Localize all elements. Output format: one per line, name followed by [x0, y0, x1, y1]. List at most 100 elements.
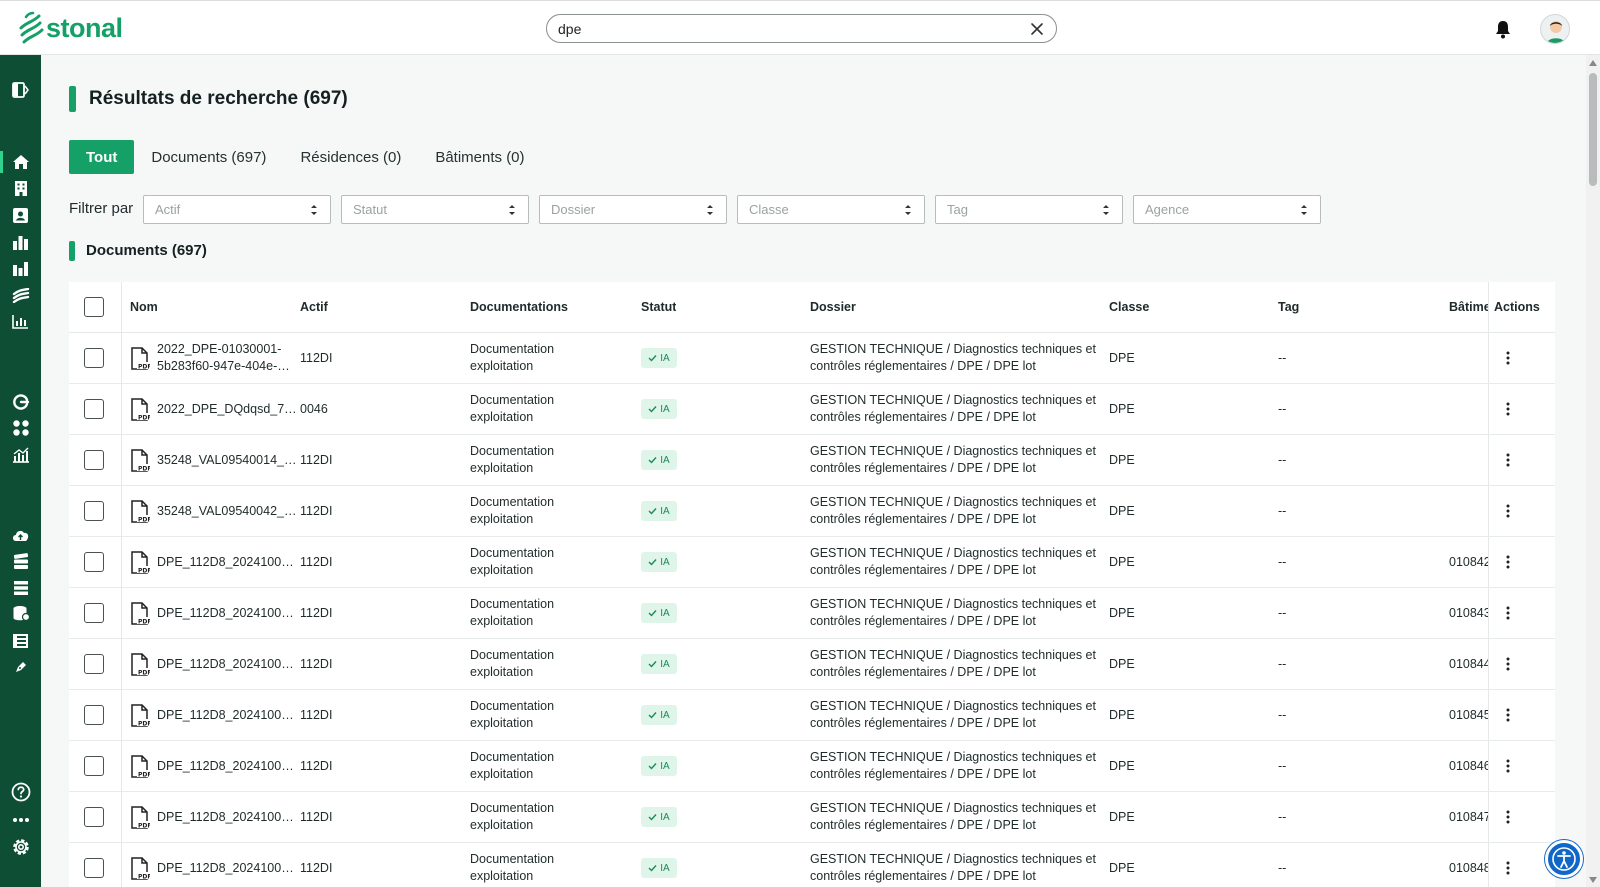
more-vertical-icon[interactable]	[1503, 503, 1513, 519]
more-vertical-icon[interactable]	[1503, 401, 1513, 417]
home-icon[interactable]	[10, 151, 31, 172]
scroll-thumb[interactable]	[1589, 73, 1597, 186]
header-tag[interactable]: Tag	[1278, 300, 1299, 314]
filter-agence-select[interactable]: Agence	[1133, 195, 1321, 224]
document-name[interactable]: DPE_112D8_20241002_…	[157, 656, 299, 673]
search-bar[interactable]	[546, 14, 1057, 43]
header-classe[interactable]: Classe	[1109, 300, 1149, 314]
document-name[interactable]: 2022_DPE_DQdqsd_7…	[157, 401, 299, 418]
row-checkbox[interactable]	[84, 654, 104, 674]
accessibility-button[interactable]	[1545, 840, 1583, 878]
row-checkbox[interactable]	[84, 858, 104, 878]
row-checkbox[interactable]	[84, 399, 104, 419]
row-checkbox[interactable]	[84, 450, 104, 470]
actif-value: 112DI	[300, 810, 333, 824]
scroll-down-arrow-icon[interactable]	[1589, 877, 1597, 883]
document-name[interactable]: DPE_112D8_20241002_…	[157, 758, 299, 775]
apps-icon[interactable]	[10, 417, 31, 438]
more-vertical-icon[interactable]	[1503, 656, 1513, 672]
header-nom[interactable]: Nom	[130, 300, 158, 314]
more-vertical-icon[interactable]	[1503, 605, 1513, 621]
settings-icon[interactable]	[10, 836, 31, 857]
row-checkbox[interactable]	[84, 756, 104, 776]
filter-dossier-select[interactable]: Dossier	[539, 195, 727, 224]
table-row[interactable]: PDF DPE_112D8_20241002_… 112DI Documentatio…	[69, 537, 1555, 588]
stack-icon[interactable]	[10, 551, 31, 572]
dossier-line: contrôles réglementaires / DPE / DPE lot	[810, 512, 1036, 526]
row-checkbox[interactable]	[84, 705, 104, 725]
table-row[interactable]: PDF DPE_112D8_20241002_… 112DI Documentatio…	[69, 792, 1555, 843]
header-actif[interactable]: Actif	[300, 300, 328, 314]
cloud-upload-icon[interactable]	[10, 524, 31, 545]
report-icon[interactable]	[10, 311, 31, 332]
table-row[interactable]: PDF 35248_VAL09540042_… 112DI Documentation…	[69, 486, 1555, 537]
row-checkbox[interactable]	[84, 603, 104, 623]
actif-value: 0046	[300, 402, 328, 416]
document-name[interactable]: DPE_112D8_20241002_…	[157, 707, 299, 724]
document-name[interactable]: 2022_DPE-01030001- 5b283f60-947e-404e-…	[157, 341, 299, 375]
table-row[interactable]: PDF DPE_112D8_20241002_… 112DI Documentatio…	[69, 843, 1555, 887]
document-name[interactable]: DPE_112D8_20241002_…	[157, 860, 299, 877]
more-vertical-icon[interactable]	[1503, 809, 1513, 825]
help-icon[interactable]	[10, 781, 31, 802]
actif-value: 112DI	[300, 657, 333, 671]
tab-tout[interactable]: Tout	[69, 140, 135, 174]
table-row[interactable]: PDF 35248_VAL09540014_… 112DI Documentation…	[69, 435, 1555, 486]
contacts-icon[interactable]	[10, 205, 31, 226]
header-batiment[interactable]: Bâtiment	[1449, 300, 1488, 314]
layers-icon[interactable]	[10, 285, 31, 306]
more-vertical-icon[interactable]	[1503, 452, 1513, 468]
more-icon[interactable]	[10, 809, 31, 830]
dossier-line: contrôles réglementaires / DPE / DPE lot	[810, 410, 1036, 424]
filter-tag-select[interactable]: Tag	[935, 195, 1123, 224]
table-row[interactable]: PDF DPE_112D8_20241002_… 112DI Documentatio…	[69, 588, 1555, 639]
header-documentations[interactable]: Documentations	[470, 300, 568, 314]
tab-batiments[interactable]: Bâtiments (0)	[418, 140, 541, 174]
pen-icon[interactable]	[10, 656, 31, 677]
more-vertical-icon[interactable]	[1503, 554, 1513, 570]
bell-icon[interactable]	[1494, 19, 1512, 39]
sync-icon[interactable]	[10, 391, 31, 412]
table-row[interactable]: PDF DPE_112D8_20241002_… 112DI Documentatio…	[69, 741, 1555, 792]
book-icon[interactable]	[10, 630, 31, 651]
row-checkbox[interactable]	[84, 348, 104, 368]
document-name[interactable]: DPE_112D8_20241002_…	[157, 809, 299, 826]
row-checkbox[interactable]	[84, 552, 104, 572]
page-scrollbar[interactable]	[1586, 55, 1600, 887]
filter-statut-select[interactable]: Statut	[341, 195, 529, 224]
user-avatar[interactable]	[1540, 14, 1570, 44]
more-vertical-icon[interactable]	[1503, 707, 1513, 723]
table-row[interactable]: PDF DPE_112D8_20241002_… 112DI Documentatio…	[69, 639, 1555, 690]
header-statut[interactable]: Statut	[641, 300, 676, 314]
close-icon[interactable]	[1028, 20, 1046, 38]
document-name[interactable]: DPE_112D8_20241002_…	[157, 605, 299, 622]
more-vertical-icon[interactable]	[1503, 860, 1513, 876]
list-icon[interactable]	[10, 577, 31, 598]
more-vertical-icon[interactable]	[1503, 758, 1513, 774]
more-vertical-icon[interactable]	[1503, 350, 1513, 366]
stonal-logo-icon	[19, 11, 44, 44]
document-name[interactable]: 35248_VAL09540042_…	[157, 503, 299, 520]
building-icon[interactable]	[10, 178, 31, 199]
table-row[interactable]: PDF 2022_DPE-01030001- 5b283f60-947e-404e-…	[69, 333, 1555, 384]
document-name[interactable]: 35248_VAL09540014_…	[157, 452, 299, 469]
stonal-logo[interactable]: stonal	[18, 10, 123, 46]
bar-chart-2-icon[interactable]	[10, 258, 31, 279]
select-all-checkbox[interactable]	[84, 297, 104, 317]
row-checkbox[interactable]	[84, 807, 104, 827]
table-row[interactable]: PDF 2022_DPE_DQdqsd_7… 0046 Documentation ex…	[69, 384, 1555, 435]
collapse-icon[interactable]	[10, 79, 31, 100]
bar-chart-icon[interactable]	[10, 232, 31, 253]
row-checkbox[interactable]	[84, 501, 104, 521]
tab-residences[interactable]: Résidences (0)	[283, 140, 418, 174]
database-icon[interactable]	[10, 603, 31, 624]
search-input[interactable]	[558, 19, 1008, 39]
filter-classe-select[interactable]: Classe	[737, 195, 925, 224]
tab-documents[interactable]: Documents (697)	[134, 140, 283, 174]
scroll-up-arrow-icon[interactable]	[1589, 60, 1597, 66]
filter-actif-select[interactable]: Actif	[143, 195, 331, 224]
table-row[interactable]: PDF DPE_112D8_20241002_… 112DI Documentatio…	[69, 690, 1555, 741]
header-dossier[interactable]: Dossier	[810, 300, 856, 314]
document-name[interactable]: DPE_112D8_20241002_…	[157, 554, 299, 571]
analytics-icon[interactable]	[10, 444, 31, 465]
